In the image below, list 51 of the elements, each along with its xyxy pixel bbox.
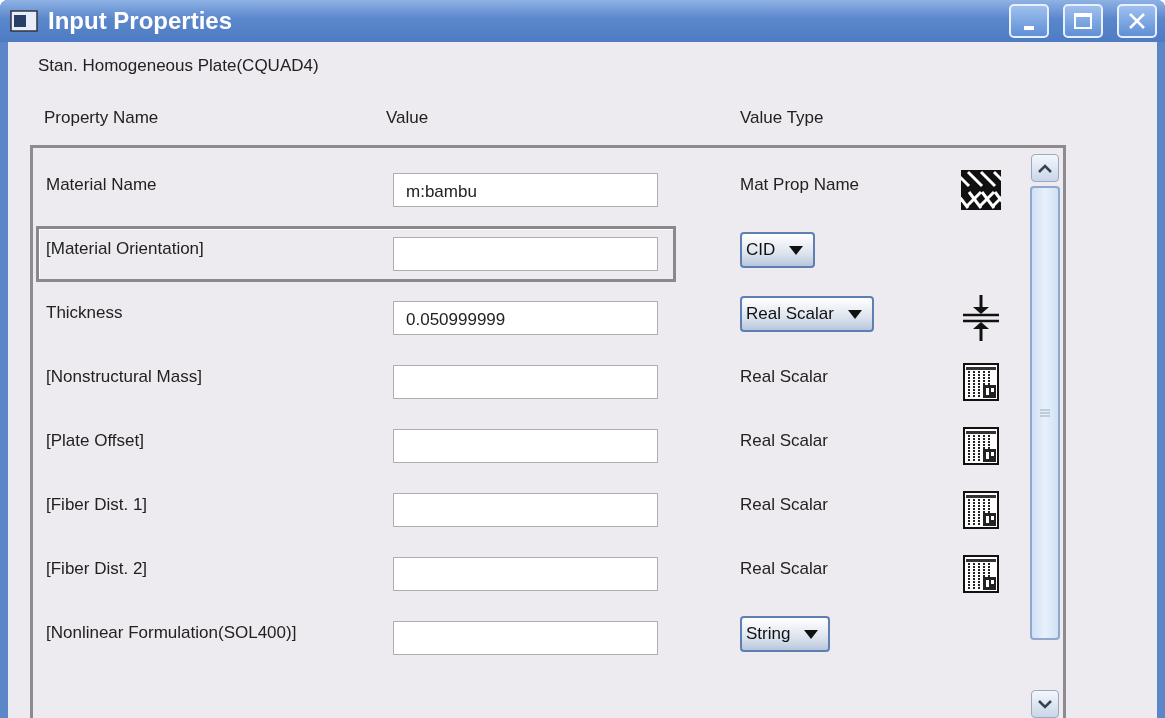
chevron-up-icon [1038,163,1052,173]
thickness-icon [961,295,1001,341]
property-label: [Nonstructural Mass] [46,367,203,387]
value-type-label: Real Scalar [740,367,829,387]
property-label: Material Name [46,175,158,195]
column-header: Value [386,108,430,129]
value-type-dropdown[interactable]: String [740,616,831,652]
column-header: Value Type [740,108,825,129]
minimize-icon [1024,26,1034,30]
property-label: [Plate Offset] [46,431,145,451]
value-field[interactable] [393,557,658,591]
value-type-label: Real Scalar [740,431,829,451]
value-field[interactable] [393,365,658,399]
caret-icon [804,629,819,639]
maximize-button[interactable] [1063,4,1103,38]
table-icon [963,491,999,529]
value-type-label: Real Scalar [740,559,829,579]
scrollbar-thumb[interactable] [1030,186,1060,640]
property-label: Thickness [46,303,124,323]
value-field[interactable]: m:bambu [393,173,658,207]
scroll-up-button[interactable] [1031,154,1059,182]
scroll-down-button[interactable] [1031,690,1059,718]
weave-pattern-icon [961,170,1001,210]
maximize-icon [1073,12,1093,30]
value-field[interactable] [393,237,658,271]
chevron-down-icon [1038,699,1052,709]
table-icon [963,363,999,401]
element-type-label: Stan. Homogeneous Plate(CQUAD4) [37,55,320,77]
property-label: [Material Orientation] [46,239,205,259]
property-label: [Fiber Dist. 1] [46,495,149,515]
window-icon [10,10,38,32]
value-field[interactable] [393,429,658,463]
caret-icon [789,245,804,255]
property-label: [Fiber Dist. 2] [46,559,149,579]
value-type-label: Real Scalar [740,495,829,515]
column-header: Property Name [44,108,160,129]
table-icon [963,555,999,593]
caret-icon [847,309,862,319]
value-type-dropdown[interactable]: CID [740,232,816,268]
table-icon [963,427,999,465]
close-icon [1127,11,1147,31]
value-field[interactable]: 0.050999999 [393,301,658,335]
window-title: Input Properties [48,7,234,35]
value-field[interactable] [393,621,658,655]
value-type-label: Mat Prop Name [740,175,861,195]
grip-icon [1040,409,1050,417]
value-type-dropdown[interactable]: Real Scalar [740,296,874,332]
value-field[interactable] [393,493,658,527]
close-button[interactable] [1117,4,1157,38]
property-label: [Nonlinear Formulation(SOL400)] [46,623,298,643]
minimize-button[interactable] [1009,4,1049,38]
